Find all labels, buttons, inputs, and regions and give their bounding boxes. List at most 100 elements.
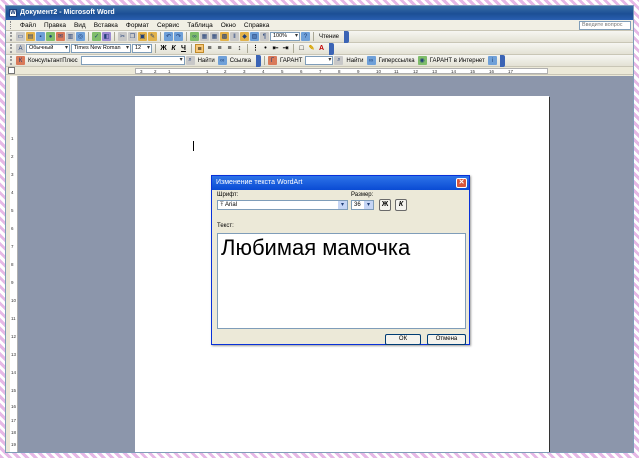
toolbar-grip xyxy=(10,56,13,65)
styles-pane-icon[interactable]: A xyxy=(16,44,25,53)
numbering-icon[interactable]: ⋮ xyxy=(251,44,260,53)
help-search-input[interactable]: Введите вопрос xyxy=(579,21,631,30)
menu-tools[interactable]: Сервис xyxy=(153,22,183,29)
zoom-select[interactable]: 100% xyxy=(270,32,300,41)
align-right-icon[interactable]: ≡ xyxy=(215,44,224,53)
font-select[interactable]: Times New Roman xyxy=(71,44,131,53)
paste-icon[interactable]: ▣ xyxy=(138,32,147,41)
text-cursor xyxy=(193,141,194,151)
find-icon: ⌕ xyxy=(185,56,195,65)
toolbar-options-chevron[interactable] xyxy=(499,54,505,67)
ruler-tick: 1 xyxy=(11,136,14,141)
dialog-size-select[interactable]: 36 ▾ xyxy=(351,200,374,210)
ruler-tick: 4 xyxy=(262,69,265,74)
hyperlink-icon-2: ∞ xyxy=(366,56,376,65)
font-color-icon[interactable]: A xyxy=(317,44,326,53)
insert-excel-icon[interactable]: ▩ xyxy=(220,32,229,41)
toolbar-options-chevron[interactable] xyxy=(329,42,334,55)
hyperlink-button[interactable]: Гиперссылка xyxy=(377,58,417,64)
close-icon[interactable]: ✕ xyxy=(456,178,467,188)
addins-toolbar: К КонсультантПлюс ⌕ Найти ∞ Ссылка Г ГАР… xyxy=(6,54,633,67)
show-hide-icon[interactable]: ¶ xyxy=(260,32,269,41)
border-icon[interactable]: □ xyxy=(297,44,306,53)
menu-insert[interactable]: Вставка xyxy=(90,22,122,29)
menu-window[interactable]: Окно xyxy=(217,22,240,29)
open-folder-icon[interactable]: ▤ xyxy=(26,32,35,41)
dialog-font-select[interactable]: Ŧ Arial ▾ xyxy=(217,200,348,210)
find-button[interactable]: Найти xyxy=(196,58,217,64)
consultant-search-select[interactable] xyxy=(80,56,185,65)
drawing-icon[interactable]: ◆ xyxy=(240,32,249,41)
dialog-italic-button[interactable]: К xyxy=(395,199,407,211)
highlight-icon[interactable]: ✎ xyxy=(307,44,316,53)
toolbar-separator xyxy=(263,56,265,65)
chevron-down-icon[interactable]: ▾ xyxy=(364,201,373,209)
ruler-tick: 6 xyxy=(11,226,14,231)
ruler-tick: 13 xyxy=(432,69,438,74)
dialog-title: Изменение текста WordArt xyxy=(216,179,303,186)
ruler-tick: 19 xyxy=(11,442,17,447)
justify-icon[interactable]: ≡ xyxy=(225,44,234,53)
toolbar-options-chevron[interactable] xyxy=(344,30,350,43)
tab-selector[interactable] xyxy=(8,67,15,74)
menu-view[interactable]: Вид xyxy=(70,22,90,29)
align-left-icon[interactable]: ≡ xyxy=(195,44,204,53)
print-icon[interactable]: ▥ xyxy=(66,32,75,41)
undo-icon[interactable]: ↶ xyxy=(164,32,173,41)
line-spacing-icon[interactable]: ↕ xyxy=(235,44,244,53)
font-size-select[interactable]: 12 xyxy=(132,44,152,53)
garant-search-select[interactable] xyxy=(305,56,334,65)
ok-button[interactable]: ОК xyxy=(385,334,421,345)
decrease-indent-icon[interactable]: ⇤ xyxy=(271,44,280,53)
menu-file[interactable]: Файл xyxy=(16,22,40,29)
document-map-icon[interactable]: ▧ xyxy=(250,32,259,41)
ruler-tick: 12 xyxy=(11,334,17,339)
hyperlink-icon[interactable]: ∞ xyxy=(190,32,199,41)
menu-format[interactable]: Формат xyxy=(122,22,153,29)
dialog-bold-button[interactable]: Ж xyxy=(379,199,391,211)
toolbar-options-chevron[interactable] xyxy=(255,54,261,67)
italic-button[interactable]: К xyxy=(169,44,178,53)
ruler-tick: 18 xyxy=(11,430,17,435)
find-button-2[interactable]: Найти xyxy=(344,58,365,64)
underline-button[interactable]: Ч xyxy=(179,44,188,53)
toolbar-separator xyxy=(88,32,89,41)
ruler-tick: 1 xyxy=(168,69,171,74)
ruler-tick: 8 xyxy=(11,262,14,267)
email-icon[interactable]: ✉ xyxy=(56,32,65,41)
menu-help[interactable]: Справка xyxy=(240,22,274,29)
copy-icon[interactable]: ❐ xyxy=(128,32,137,41)
bullets-icon[interactable]: • xyxy=(261,44,270,53)
save-icon[interactable]: ▪ xyxy=(36,32,45,41)
columns-icon[interactable]: ‖ xyxy=(230,32,239,41)
reading-button[interactable]: Чтение xyxy=(317,34,341,40)
bold-button[interactable]: Ж xyxy=(159,44,168,53)
info-icon[interactable]: i xyxy=(487,56,497,65)
vertical-ruler[interactable]: 1 2 3 4 5 6 7 8 9 10 11 12 13 14 15 16 1… xyxy=(10,76,18,452)
garant-menu[interactable]: ГАРАНТ xyxy=(278,58,304,64)
permission-icon[interactable]: ● xyxy=(46,32,55,41)
insert-table-icon[interactable]: ▦ xyxy=(210,32,219,41)
garant-internet-button[interactable]: ГАРАНТ в Интернет xyxy=(428,58,487,64)
format-painter-icon[interactable]: ✎ xyxy=(148,32,157,41)
cut-icon[interactable]: ✂ xyxy=(118,32,127,41)
link-button[interactable]: Ссылка xyxy=(228,58,253,64)
cancel-button[interactable]: Отмена xyxy=(427,334,466,345)
help-icon[interactable]: ? xyxy=(301,32,310,41)
print-preview-icon[interactable]: ◎ xyxy=(76,32,85,41)
wordart-text-input[interactable]: Любимая мамочка xyxy=(217,233,466,329)
style-select[interactable]: Обычный xyxy=(26,44,70,53)
redo-icon[interactable]: ↷ xyxy=(174,32,183,41)
menu-edit[interactable]: Правка xyxy=(40,22,70,29)
spelling-icon[interactable]: ✓ xyxy=(92,32,101,41)
research-icon[interactable]: ◧ xyxy=(102,32,111,41)
horizontal-ruler[interactable]: 3 2 1 1 2 3 4 5 6 7 8 9 10 11 12 13 14 1… xyxy=(135,68,548,74)
tables-borders-icon[interactable]: ▦ xyxy=(200,32,209,41)
align-center-icon[interactable]: ≡ xyxy=(205,44,214,53)
consultant-label[interactable]: КонсультантПлюс xyxy=(26,58,80,64)
chevron-down-icon[interactable]: ▾ xyxy=(338,201,347,209)
menu-table[interactable]: Таблица xyxy=(183,22,217,29)
new-document-icon[interactable]: ▭ xyxy=(16,32,25,41)
increase-indent-icon[interactable]: ⇥ xyxy=(281,44,290,53)
word-window: W Документ2 - Microsoft Word Файл Правка… xyxy=(5,5,634,453)
